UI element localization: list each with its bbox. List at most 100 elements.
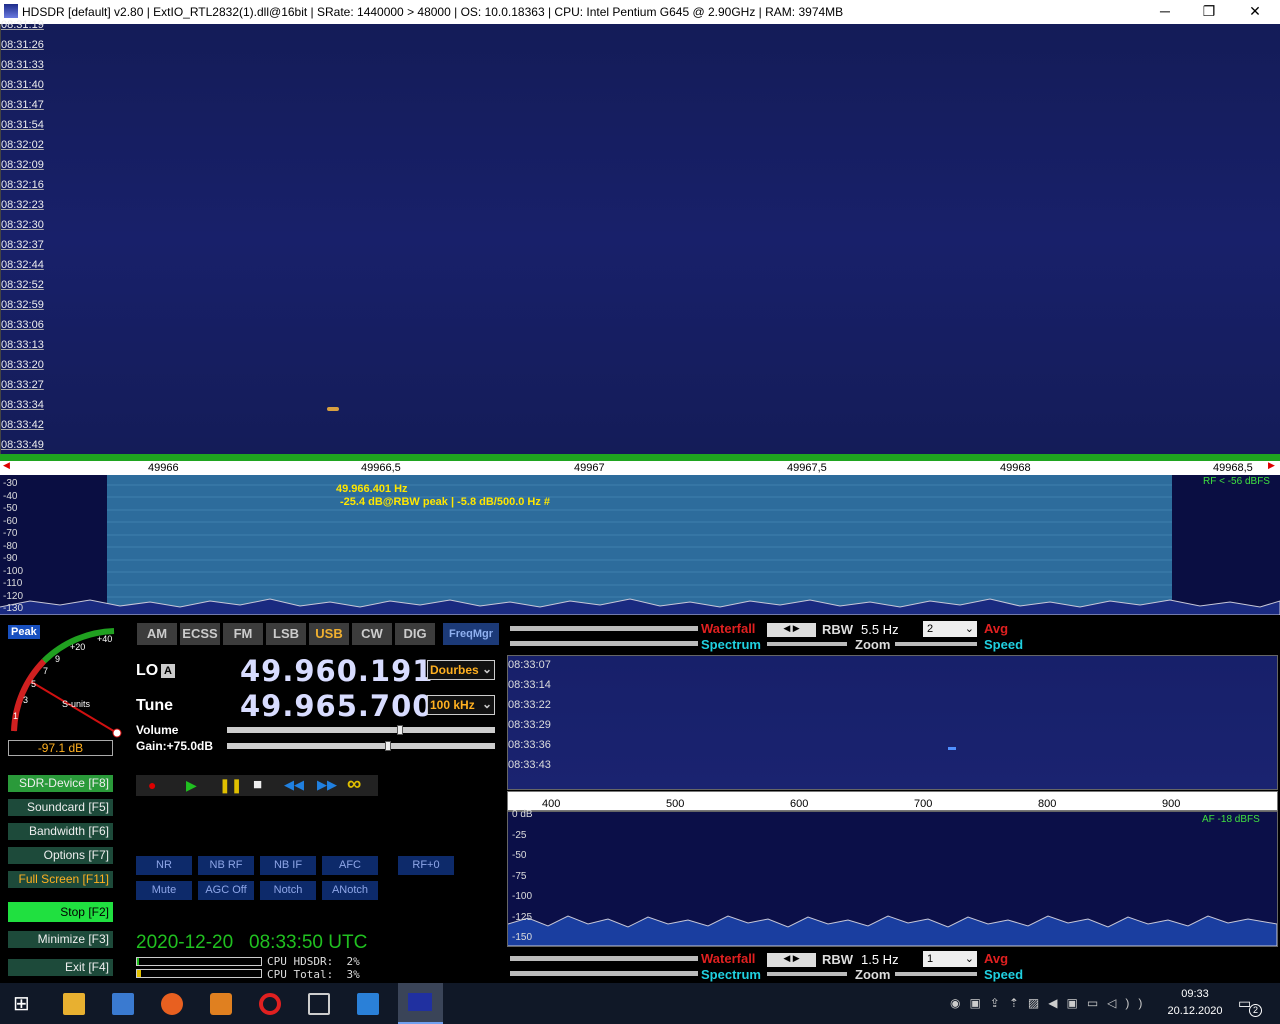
- avg-value: 2: [927, 623, 934, 635]
- label-item: -100: [3, 565, 24, 577]
- mode-lsb-button[interactable]: LSB: [266, 623, 306, 645]
- media-player-icon[interactable]: [210, 993, 232, 1015]
- pause-icon[interactable]: ❚❚: [219, 777, 242, 794]
- spectrum-slider[interactable]: [510, 641, 698, 646]
- af-waterfall[interactable]: [507, 655, 1278, 790]
- zoom-slider[interactable]: [767, 642, 847, 646]
- af-frequency-scale[interactable]: 400 500 600 700 800 900: [507, 791, 1278, 811]
- cpu-hdsdr: CPU HDSDR: 2%: [267, 955, 360, 968]
- minimize-button[interactable]: ─: [1142, 0, 1188, 24]
- sdr-device-button[interactable]: SDR-Device [F8]: [8, 775, 113, 792]
- anotch-button[interactable]: ANotch: [322, 881, 378, 900]
- nr-button[interactable]: NR: [136, 856, 192, 875]
- nb-if-button[interactable]: NB IF: [260, 856, 316, 875]
- freq-label: 49968: [1000, 462, 1031, 474]
- label-item: -125: [512, 911, 533, 923]
- lo-frequency[interactable]: 49.960.191: [240, 654, 433, 688]
- label-item: 08:31:33: [1, 59, 44, 71]
- system-tray-icons[interactable]: ◉▣⇪⇡▨◀▣▭◁)): [950, 996, 1151, 1010]
- start-windows-icon[interactable]: ⊞: [13, 993, 35, 1015]
- soundcard-button[interactable]: Soundcard [F5]: [8, 799, 113, 816]
- taskbar-date[interactable]: 20.12.2020: [1165, 1005, 1225, 1017]
- freqmgr-button[interactable]: FreqMgr: [443, 623, 499, 645]
- firefox-icon[interactable]: [161, 993, 183, 1015]
- rf-waterfall[interactable]: [0, 24, 1280, 454]
- chevron-down-icon: ⌄: [964, 953, 974, 965]
- af-speed-slider[interactable]: [895, 972, 977, 976]
- maximize-button[interactable]: ❐: [1186, 0, 1232, 24]
- meter-reading: -97.1 dB: [8, 740, 113, 756]
- record-icon[interactable]: ●: [148, 777, 156, 793]
- fullscreen-button[interactable]: Full Screen [F11]: [8, 871, 113, 888]
- store-icon[interactable]: [112, 993, 134, 1015]
- waterfall-slider[interactable]: [510, 626, 698, 631]
- tune-step-select[interactable]: 100 kHz ⌄: [427, 695, 495, 715]
- gain-slider[interactable]: [227, 741, 495, 751]
- rewind-icon[interactable]: ◀◀: [284, 777, 304, 793]
- lo-preset-select[interactable]: Dourbes ⌄: [427, 660, 495, 680]
- rf-spectrum[interactable]: 49.966.401 Hz -25.4 dB@RBW peak | -5.8 d…: [0, 475, 1280, 615]
- cpu-hdsdr-bar: [136, 957, 262, 966]
- label-item: 08:33:42: [1, 419, 44, 431]
- play-icon[interactable]: ▶: [186, 777, 197, 794]
- af-spectrum-trace: [508, 915, 1277, 946]
- taskbar-time[interactable]: 09:33: [1165, 988, 1225, 1000]
- file-explorer-icon[interactable]: [63, 993, 85, 1015]
- stop-icon[interactable]: ■: [253, 776, 262, 793]
- minimize-app-button[interactable]: Minimize [F3]: [8, 931, 113, 948]
- label-item: -100: [512, 891, 533, 902]
- label-item: 08:31:26: [1, 39, 44, 51]
- hdsdr-taskbar-button[interactable]: [398, 983, 443, 1024]
- label-item: 08:32:30: [1, 219, 44, 231]
- af-rbw-stepper[interactable]: ◀ ▶: [767, 953, 816, 967]
- avg-select[interactable]: 2 ⌄: [923, 621, 977, 637]
- label-item: 08:32:52: [1, 279, 44, 291]
- rbw-stepper[interactable]: ◀ ▶: [767, 623, 816, 637]
- volume-label: Volume: [136, 723, 179, 737]
- lo-a-badge[interactable]: A: [161, 664, 175, 678]
- notch-button[interactable]: Notch: [260, 881, 316, 900]
- af-waterfall-slider[interactable]: [510, 956, 698, 961]
- opera-icon[interactable]: [259, 993, 281, 1015]
- mode-cw-button[interactable]: CW: [352, 623, 392, 645]
- fast-forward-icon[interactable]: ▶▶: [317, 777, 337, 793]
- af-avg-label: Avg: [984, 951, 1009, 966]
- af-spectrum[interactable]: AF -18 dBFS: [507, 811, 1278, 947]
- af-spectrum-slider[interactable]: [510, 971, 698, 976]
- mode-ecss-button[interactable]: ECSS: [180, 623, 220, 645]
- mute-button[interactable]: Mute: [136, 881, 192, 900]
- volume-slider[interactable]: [227, 725, 495, 735]
- options-button[interactable]: Options [F7]: [8, 847, 113, 864]
- gain-thumb[interactable]: [385, 741, 391, 751]
- snipping-tool-icon[interactable]: [308, 993, 330, 1015]
- af-avg-select[interactable]: 1 ⌄: [923, 951, 977, 967]
- mode-am-button[interactable]: AM: [137, 623, 177, 645]
- af-zoom-slider[interactable]: [767, 972, 847, 976]
- agc-button[interactable]: AGC Off: [198, 881, 254, 900]
- scroll-right-icon[interactable]: ▶: [1268, 460, 1275, 471]
- s-label: 7: [43, 666, 49, 676]
- close-button[interactable]: ✕: [1232, 0, 1278, 24]
- scroll-left-icon[interactable]: ◀: [3, 460, 10, 471]
- label-item: -75: [512, 870, 527, 882]
- rf-frequency-scale[interactable]: ◀ ▶ 49966 49966,5 49967 49967,5 49968 49…: [0, 454, 1280, 475]
- signal-blip: [327, 407, 339, 411]
- label-item: -50: [3, 503, 18, 514]
- mode-usb-button[interactable]: USB: [309, 623, 349, 645]
- afc-button[interactable]: AFC: [322, 856, 378, 875]
- s-label: +20: [70, 642, 86, 652]
- label-item: 08:33:29: [508, 719, 551, 731]
- nb-rf-button[interactable]: NB RF: [198, 856, 254, 875]
- volume-thumb[interactable]: [397, 725, 403, 735]
- rf-gain-button[interactable]: RF+0: [398, 856, 454, 875]
- mode-fm-button[interactable]: FM: [223, 623, 263, 645]
- stop-button[interactable]: Stop [F2]: [8, 902, 113, 922]
- tune-frequency[interactable]: 49.965.700: [240, 689, 433, 723]
- title-bar: HDSDR [default] v2.80 | ExtIO_RTL2832(1)…: [0, 0, 1280, 24]
- speed-slider[interactable]: [895, 642, 977, 646]
- loop-icon[interactable]: ∞: [347, 773, 361, 796]
- bandwidth-button[interactable]: Bandwidth [F6]: [8, 823, 113, 840]
- mode-dig-button[interactable]: DIG: [395, 623, 435, 645]
- photos-icon[interactable]: [357, 993, 379, 1015]
- exit-button[interactable]: Exit [F4]: [8, 959, 113, 976]
